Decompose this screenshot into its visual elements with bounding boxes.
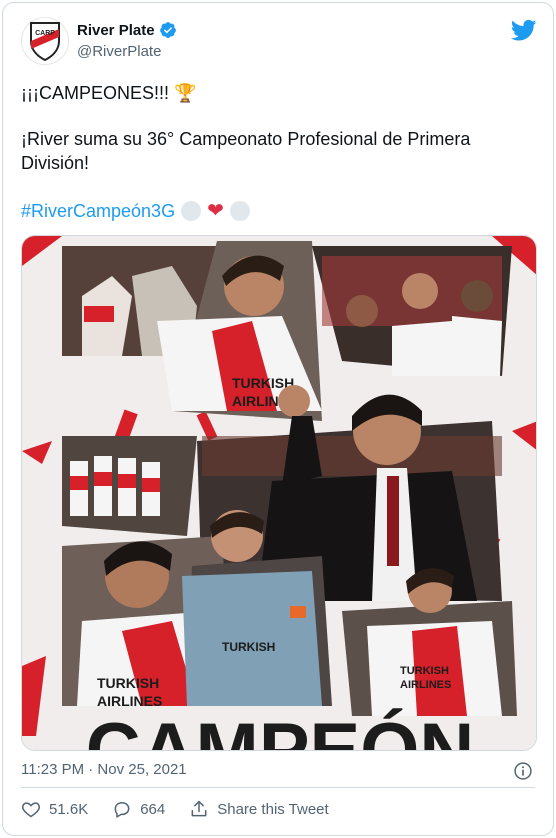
tweet-timestamp[interactable]: 11:23 PM · Nov 25, 2021 [21, 761, 187, 778]
hashtag-row: #RiverCampeón3G ❤ [21, 199, 250, 223]
like-button[interactable]: 51.6K [21, 799, 88, 819]
red-heart-emoji-icon: ❤ [207, 200, 224, 222]
share-label: Share this Tweet [217, 800, 329, 818]
info-icon[interactable] [513, 761, 533, 781]
account-handle[interactable]: @RiverPlate [77, 43, 161, 60]
white-circle-emoji-icon [181, 201, 202, 221]
sponsor-text-right-1: TURKISH [400, 665, 449, 677]
verified-badge-icon [159, 22, 176, 38]
sponsor-text-bottom-1: TURKISH [97, 675, 159, 691]
reply-count: 664 [140, 800, 166, 818]
reply-button[interactable]: 664 [112, 799, 165, 819]
sponsor-text-bottom-2: AIRLINES [97, 693, 162, 709]
tweet-text-line-3: División! [21, 153, 90, 173]
account-name[interactable]: River Plate [77, 22, 155, 39]
tweet-image[interactable]: TURKISH AIRLINES TURKISH AIRLINES TURKIS… [21, 235, 537, 751]
tweet-text-line-1: ¡¡¡CAMPEONES!!! 🏆 [21, 83, 197, 103]
sponsor-text-gk-1: TURKISH [222, 640, 275, 654]
tweet-card: CARP River Plate @RiverPlate ¡¡¡CAMPEONE… [2, 2, 554, 836]
divider [21, 787, 535, 788]
tweet-actions: 51.6K 664 Share this Tweet [21, 799, 353, 819]
like-count: 51.6K [49, 800, 89, 818]
reply-bubble-icon [114, 802, 130, 818]
twitter-bird-icon[interactable] [511, 17, 537, 43]
heart-icon [22, 802, 40, 818]
share-icon [191, 800, 207, 817]
campeon-banner-text: CAMPEÓN [86, 708, 474, 751]
share-button[interactable]: Share this Tweet [189, 799, 329, 819]
white-circle-emoji-icon [229, 201, 250, 221]
sponsor-text-right-2: AIRLINES [400, 679, 451, 691]
crest-text: CARP [35, 30, 55, 37]
river-plate-crest-icon: CARP [30, 22, 60, 61]
tweet-text-line-2: ¡River suma su 36° Campeonato Profesiona… [21, 129, 471, 149]
hashtag-link[interactable]: #RiverCampeón3G [21, 199, 175, 223]
account-name-row[interactable]: River Plate [77, 21, 177, 39]
campeon-poster: TURKISH AIRLINES TURKISH AIRLINES TURKIS… [22, 236, 536, 751]
avatar[interactable]: CARP [21, 17, 69, 65]
